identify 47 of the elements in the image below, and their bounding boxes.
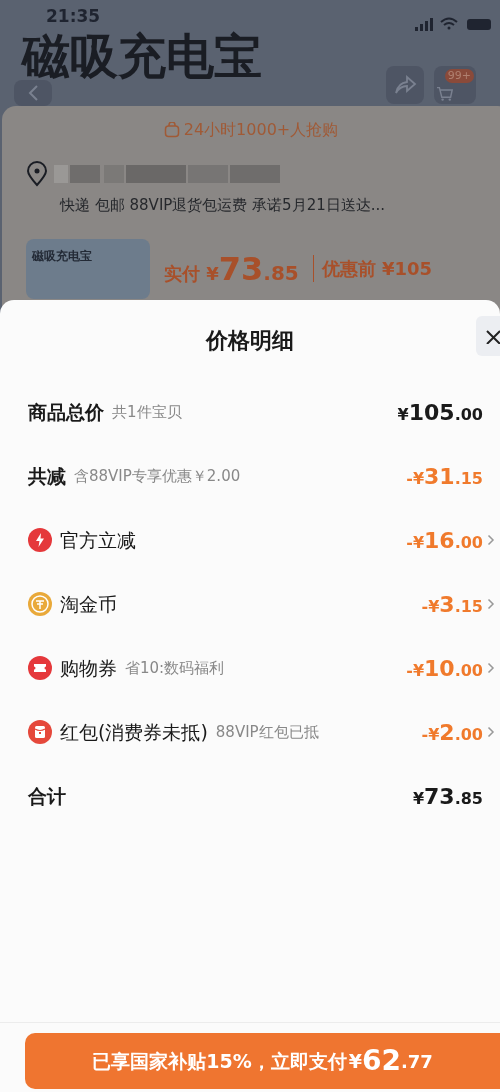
back-button[interactable] — [14, 80, 52, 106]
row-amount: -¥3.15 — [421, 590, 483, 619]
row-label: 合计 — [28, 783, 66, 809]
row-amount: -¥16.00 — [406, 526, 483, 555]
chevron-right-icon — [487, 534, 495, 546]
row-note: 88VIP红包已抵 — [215, 721, 319, 743]
row-amount: ¥105.00 — [397, 398, 483, 427]
chevron-right-icon — [487, 662, 495, 674]
share-icon — [393, 75, 417, 95]
lightning-icon — [28, 528, 52, 552]
back-icon — [27, 84, 39, 102]
share-button[interactable] — [386, 66, 424, 104]
pay-button[interactable]: 已享国家补贴15%，立即支付¥62.77 — [25, 1033, 500, 1089]
row-label: 淘金币 — [60, 591, 117, 617]
envelope-icon — [28, 720, 52, 744]
row-amount: -¥2.00 — [421, 718, 483, 747]
original-price: 优惠前 ¥105 — [312, 255, 433, 282]
coin-icon — [28, 592, 52, 616]
row-amount: ¥73.85 — [412, 782, 483, 811]
page-title: 磁吸充电宝 — [22, 32, 262, 80]
wifi-icon — [440, 17, 458, 31]
paid-price: 实付 ¥73.85 — [164, 248, 299, 290]
signal-icon — [414, 18, 434, 32]
close-icon — [484, 328, 500, 344]
row-amount: -¥31.15 — [406, 462, 483, 491]
delivery-info: 快递 包邮 88VIP退货包运费 承诺5月21日送达... — [58, 195, 387, 216]
row-label: 购物券 — [60, 655, 117, 681]
battery-icon — [466, 19, 492, 31]
chevron-right-icon — [487, 598, 495, 610]
hot-notice: 24小时1000+人抢购 — [183, 119, 339, 141]
product-thumbnail: 磁吸充电宝 — [26, 238, 150, 299]
row-label: 红包(消费券未抵) — [60, 719, 208, 745]
bag-icon — [163, 122, 180, 138]
row-label: 商品总价 — [28, 399, 104, 425]
row-note: 省10:数码福利 — [125, 657, 225, 679]
row-note: 共1件宝贝 — [112, 401, 182, 423]
ticket-icon — [28, 656, 52, 680]
row-note: 含88VIP专享优惠￥2.00 — [74, 465, 241, 487]
sheet-title: 价格明细 — [206, 326, 294, 355]
close-button[interactable] — [476, 316, 500, 356]
cart-icon — [436, 86, 454, 102]
status-time: 21:35 — [46, 6, 101, 26]
location-pin-icon — [26, 161, 48, 187]
chevron-right-icon — [487, 726, 495, 738]
row-label: 官方立减 — [60, 527, 136, 553]
row-label: 共减 — [28, 463, 66, 489]
row-amount: -¥10.00 — [406, 654, 483, 683]
